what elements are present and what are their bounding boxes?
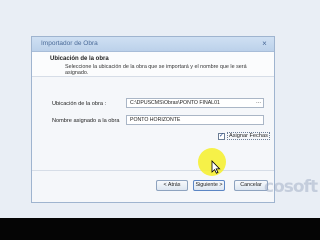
assign-dates-label[interactable]: Asignar Fechas xyxy=(227,132,270,140)
assign-dates-checkbox[interactable]: ✓ xyxy=(218,132,225,140)
next-button[interactable]: Siguiente > xyxy=(193,180,225,191)
cancel-button[interactable]: Cancelar xyxy=(234,180,268,191)
location-label: Ubicación de la obra : xyxy=(52,101,107,107)
dialog-titlebar[interactable]: Importador de Obra × xyxy=(32,37,274,52)
location-field[interactable]: C:\DPUSCMS\Obras\PONTO FINAL01 ... xyxy=(126,98,264,108)
location-value: C:\DPUSCMS\Obras\PONTO FINAL01 xyxy=(130,100,220,106)
browse-button[interactable]: ... xyxy=(256,99,261,106)
back-button[interactable]: < Atrás xyxy=(156,180,188,191)
close-icon[interactable]: × xyxy=(259,39,270,49)
mouse-pointer-icon xyxy=(211,160,221,174)
assign-dates-checkbox-group[interactable]: ✓ Asignar Fechas xyxy=(218,131,270,141)
bottom-letterbox xyxy=(0,218,320,240)
footer-divider xyxy=(32,170,274,171)
watermark-logo: cosoft xyxy=(264,177,318,197)
name-value: PONTO HORIZONTE xyxy=(130,117,181,123)
dialog-header: Ubicación de la obra Seleccione la ubica… xyxy=(32,52,274,77)
name-label: Nombre asignado a la obra xyxy=(52,118,120,124)
desktop-screen: Importador de Obra × Ubicación de la obr… xyxy=(0,0,320,218)
dialog-title: Importador de Obra xyxy=(41,40,98,47)
header-title: Ubicación de la obra xyxy=(50,56,109,62)
header-description: Seleccione la ubicación de la obra que s… xyxy=(65,64,247,77)
import-dialog: Importador de Obra × Ubicación de la obr… xyxy=(31,36,275,203)
name-field[interactable]: PONTO HORIZONTE xyxy=(126,115,264,125)
